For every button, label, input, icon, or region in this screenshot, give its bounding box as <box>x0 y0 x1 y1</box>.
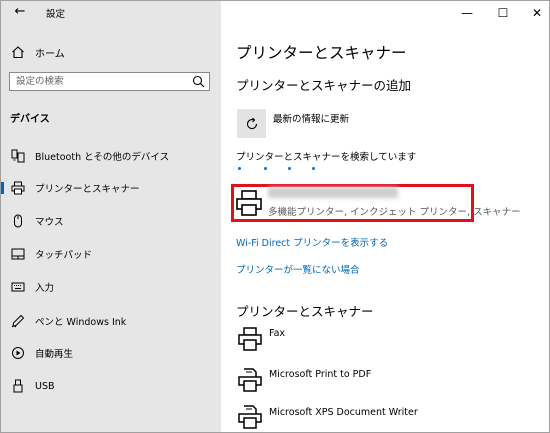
progress-dot <box>288 167 291 170</box>
home-label: ホーム <box>35 48 65 60</box>
search-icon[interactable] <box>192 75 205 88</box>
multifunction-printer-icon <box>236 190 262 216</box>
printer-name[interactable]: Fax <box>269 328 285 339</box>
title-bar: ← 設定 <box>1 1 221 25</box>
printer-list-heading: プリンターとスキャナー <box>236 304 374 319</box>
home-icon <box>12 46 24 59</box>
refresh-button[interactable] <box>237 109 266 138</box>
sidebar-item-mouse[interactable]: マウス <box>1 210 221 232</box>
found-device-description: 多機能プリンター, インクジェット プリンター, スキャナー <box>268 207 521 218</box>
progress-dot <box>238 167 241 170</box>
close-icon[interactable]: ✕ <box>527 5 547 21</box>
pdf-printer-icon[interactable] <box>237 367 263 393</box>
sidebar-item-label: プリンターとスキャナー <box>35 184 140 195</box>
search-input[interactable] <box>10 73 191 90</box>
sidebar-item-label: ペンと Windows Ink <box>35 317 127 328</box>
mouse-icon <box>11 214 25 228</box>
found-device-name-blurred <box>268 187 398 198</box>
printer-not-listed-link[interactable]: プリンターが一覧にない場合 <box>236 262 360 276</box>
add-printer-heading: プリンターとスキャナーの追加 <box>236 78 412 93</box>
sidebar-item-pen[interactable]: ペンと Windows Ink <box>1 310 221 332</box>
progress-dot <box>264 167 267 170</box>
touchpad-icon <box>11 247 25 261</box>
sidebar-item-printers[interactable]: プリンターとスキャナー <box>1 177 221 199</box>
progress-dot <box>312 167 315 170</box>
printer-name[interactable]: Microsoft XPS Document Writer <box>269 407 418 418</box>
keyboard-icon <box>11 280 25 294</box>
minimize-icon[interactable]: — <box>457 5 477 21</box>
app-title: 設定 <box>46 9 66 20</box>
back-arrow-icon[interactable]: ← <box>11 3 29 21</box>
bluetooth-devices-icon <box>11 149 25 163</box>
sidebar-item-label: USB <box>35 380 55 392</box>
refresh-icon <box>246 117 257 129</box>
active-indicator <box>1 182 4 194</box>
printer-icon <box>11 181 25 195</box>
section-title: デバイス <box>10 114 50 125</box>
wifi-direct-link[interactable]: Wi-Fi Direct プリンターを表示する <box>236 235 388 249</box>
printer-name[interactable]: Microsoft Print to PDF <box>269 369 371 380</box>
sidebar-item-label: タッチパッド <box>35 250 93 261</box>
searching-status: プリンターとスキャナーを検索しています <box>236 152 417 163</box>
sidebar-item-bluetooth[interactable]: Bluetooth とその他のデバイス <box>1 145 221 167</box>
home-nav[interactable]: ホーム <box>11 43 65 61</box>
usb-icon <box>11 379 25 393</box>
autoplay-icon <box>11 346 25 360</box>
fax-printer-icon[interactable] <box>237 326 263 352</box>
sidebar-item-usb[interactable]: USB <box>1 375 221 397</box>
main-content: — ☐ ✕ プリンターとスキャナー プリンターとスキャナーの追加 最新の情報に更… <box>221 1 549 432</box>
sidebar-item-autoplay[interactable]: 自動再生 <box>1 342 221 364</box>
page-title: プリンターとスキャナー <box>236 44 407 62</box>
sidebar: ← 設定 ホーム デバイス Bluetooth とその他のデバイス <box>1 1 221 432</box>
sidebar-item-label: 入力 <box>35 283 55 294</box>
refresh-label[interactable]: 最新の情報に更新 <box>273 111 349 125</box>
pen-icon <box>11 314 25 328</box>
sidebar-item-label: 自動再生 <box>35 349 74 360</box>
sidebar-item-label: Bluetooth とその他のデバイス <box>35 152 170 163</box>
search-box <box>9 72 210 91</box>
xps-printer-icon[interactable] <box>237 404 263 430</box>
maximize-icon[interactable]: ☐ <box>493 5 513 21</box>
sidebar-item-label: マウス <box>35 217 64 228</box>
sidebar-item-input[interactable]: 入力 <box>1 276 221 298</box>
sidebar-item-touchpad[interactable]: タッチパッド <box>1 243 221 265</box>
settings-window: ← 設定 ホーム デバイス Bluetooth とその他のデバイス <box>0 0 550 433</box>
